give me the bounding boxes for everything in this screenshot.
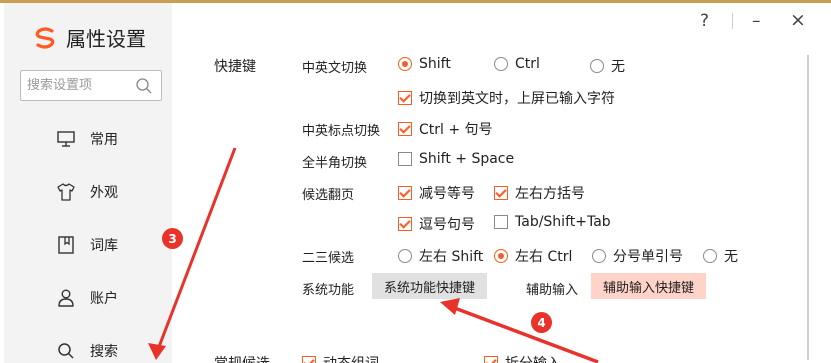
radio-icon xyxy=(494,57,508,71)
split-input-checkbox[interactable]: 拆分输入 xyxy=(484,353,561,363)
radio-icon xyxy=(398,249,412,263)
option-label: Shift + Space xyxy=(419,151,515,167)
sidebar-item-account[interactable]: 账户 xyxy=(56,288,118,308)
option-label: Tab/Shift+Tab xyxy=(515,214,611,230)
sidebar-item-label: 搜索 xyxy=(90,344,118,360)
checkbox-checked-icon xyxy=(398,186,412,200)
section-title-shortcuts: 快捷键 xyxy=(214,59,256,75)
sidebar-item-dictionary[interactable]: 词库 xyxy=(56,235,118,255)
assist-input-label: 辅助输入 xyxy=(526,283,579,298)
minimize-button[interactable]: – xyxy=(752,11,761,31)
settings-search[interactable] xyxy=(20,70,162,101)
option-label: 左右方括号 xyxy=(515,186,585,202)
tshirt-icon xyxy=(57,183,75,201)
page-turn-brackets-checkbox[interactable]: 左右方括号 xyxy=(494,183,585,203)
window-title: 属性设置 xyxy=(66,27,146,51)
option-label: 无 xyxy=(724,249,738,265)
settings-content: ? – × 快捷键 中英文切换 Shift Ctrl 无 切换到英文时，上屏已输… xyxy=(172,3,831,363)
checkbox-checked-icon xyxy=(398,122,412,136)
sidebar-item-label: 账户 xyxy=(90,291,118,307)
cn-en-ctrl-radio[interactable]: Ctrl xyxy=(494,56,540,72)
annotation-badge-4: 4 xyxy=(531,312,552,333)
sidebar-item-label: 常用 xyxy=(90,132,118,148)
option-label: Shift xyxy=(419,56,451,72)
user-icon xyxy=(58,289,74,307)
assist-shortcut-button[interactable]: 辅助输入快捷键 xyxy=(591,273,707,299)
option-label: 左右 Ctrl xyxy=(515,249,573,265)
sogou-logo-icon xyxy=(35,26,55,49)
search-icon[interactable] xyxy=(135,77,153,95)
checkbox-checked-icon xyxy=(398,217,412,231)
second-third-shift-radio[interactable]: 左右 Shift xyxy=(398,246,483,266)
close-button[interactable]: × xyxy=(790,9,806,31)
sidebar-item-common[interactable]: 常用 xyxy=(56,129,118,149)
search-icon xyxy=(58,343,74,359)
app-title: 属性设置 xyxy=(32,23,146,52)
punct-switch-label: 中英标点切换 xyxy=(302,124,381,139)
title-divider xyxy=(732,13,733,29)
radio-icon xyxy=(703,249,717,263)
cn-en-none-radio[interactable]: 无 xyxy=(590,56,625,76)
scrollbar[interactable] xyxy=(807,55,809,360)
punct-switch-checkbox[interactable]: Ctrl + 句号 xyxy=(398,119,493,139)
radio-selected-icon xyxy=(398,57,412,71)
sidebar-item-label: 外观 xyxy=(90,185,118,201)
search-input[interactable] xyxy=(27,78,127,93)
sidebar-item-search[interactable]: 搜索 xyxy=(56,341,118,361)
annotation-badge-3: 3 xyxy=(162,228,183,249)
option-label: 切换到英文时，上屏已输入字符 xyxy=(419,91,615,107)
checkbox-checked-icon xyxy=(484,356,498,363)
radio-selected-icon xyxy=(494,249,508,263)
width-switch-label: 全半角切换 xyxy=(302,156,368,171)
second-third-label: 二三候选 xyxy=(302,251,355,266)
system-shortcut-button[interactable]: 系统功能快捷键 xyxy=(372,273,488,299)
option-label: 逗号句号 xyxy=(419,217,475,233)
option-label: 拆分输入 xyxy=(505,353,561,363)
page-turn-label: 候选翻页 xyxy=(302,188,355,203)
option-label: Ctrl + 句号 xyxy=(419,122,493,138)
sidebar-item-label: 词库 xyxy=(90,238,118,254)
radio-icon xyxy=(590,59,604,73)
cn-en-switch-label: 中英文切换 xyxy=(302,61,368,76)
settings-window: 属性设置 常用 外观 xyxy=(0,3,831,363)
checkbox-checked-icon xyxy=(494,186,508,200)
sidebar: 属性设置 常用 外观 xyxy=(4,3,172,363)
page-turn-comma-period-checkbox[interactable]: 逗号句号 xyxy=(398,214,475,234)
monitor-icon xyxy=(57,131,75,147)
upload-on-switch-checkbox[interactable]: 切换到英文时，上屏已输入字符 xyxy=(398,88,615,108)
book-icon xyxy=(58,236,74,254)
section-title-candidates: 常规候选 xyxy=(214,353,270,363)
option-label: 分号单引号 xyxy=(613,249,683,265)
cn-en-shift-radio[interactable]: Shift xyxy=(398,56,451,72)
option-label: 动态组词 xyxy=(323,353,379,363)
option-label: 无 xyxy=(611,59,625,75)
option-label: 左右 Shift xyxy=(419,249,484,265)
second-third-none-radio[interactable]: 无 xyxy=(703,246,738,266)
system-function-label: 系统功能 xyxy=(302,283,355,298)
dynamic-phrase-checkbox[interactable]: 动态组词 xyxy=(302,353,379,363)
checkbox-checked-icon xyxy=(398,91,412,105)
option-label: Ctrl xyxy=(515,56,540,72)
second-third-ctrl-radio[interactable]: 左右 Ctrl xyxy=(494,246,572,266)
page-turn-minus-equal-checkbox[interactable]: 减号等号 xyxy=(398,183,475,203)
second-third-semicolon-radio[interactable]: 分号单引号 xyxy=(592,246,683,266)
checkbox-icon xyxy=(398,152,412,166)
sidebar-item-appearance[interactable]: 外观 xyxy=(56,182,118,202)
radio-icon xyxy=(592,249,606,263)
checkbox-icon xyxy=(494,215,508,229)
help-button[interactable]: ? xyxy=(700,11,709,31)
option-label: 减号等号 xyxy=(419,186,475,202)
width-switch-checkbox[interactable]: Shift + Space xyxy=(398,151,514,167)
checkbox-checked-icon xyxy=(302,356,316,363)
page-turn-tab-checkbox[interactable]: Tab/Shift+Tab xyxy=(494,214,611,230)
